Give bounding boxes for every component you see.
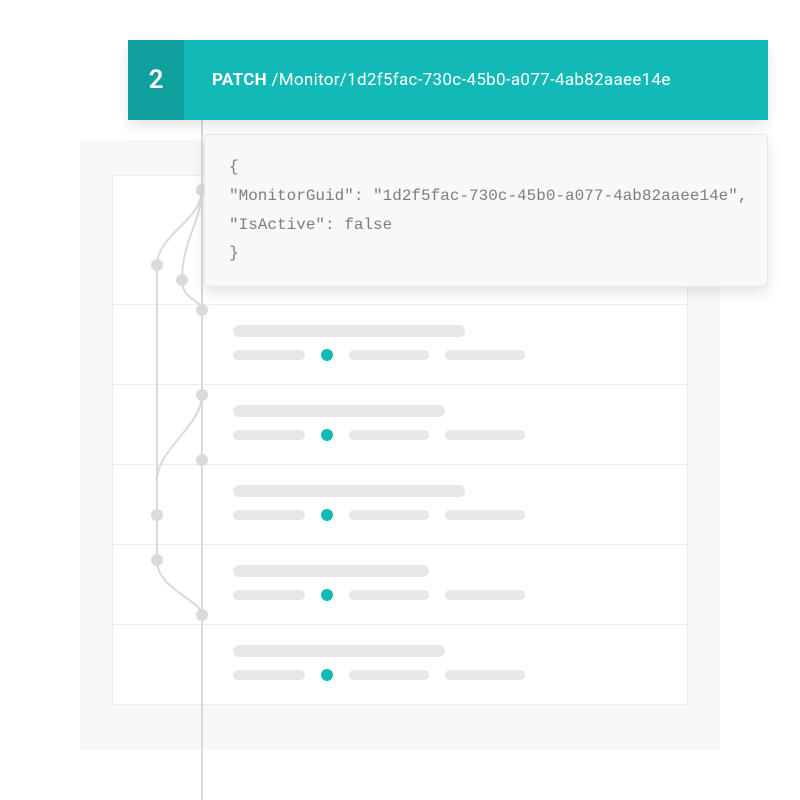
status-dot (321, 429, 333, 441)
placeholder-subrow (233, 669, 687, 681)
placeholder-pill (349, 670, 429, 680)
list-item (113, 624, 687, 704)
placeholder-pill (349, 350, 429, 360)
placeholder-bar (233, 325, 465, 337)
status-dot (321, 349, 333, 361)
step-number-badge: 2 (128, 40, 184, 120)
placeholder-subrow (233, 509, 687, 521)
placeholder-pill (349, 430, 429, 440)
placeholder-pill (445, 350, 525, 360)
request-line: PATCH /Monitor/1d2f5fac-730c-45b0-a077-4… (184, 70, 671, 90)
placeholder-pill (445, 590, 525, 600)
list-item (113, 544, 687, 624)
list-item (113, 384, 687, 464)
placeholder-pill (349, 590, 429, 600)
placeholder-pill (445, 430, 525, 440)
http-method: PATCH (212, 70, 267, 90)
placeholder-subrow (233, 349, 687, 361)
list-item (113, 304, 687, 384)
placeholder-pill (349, 510, 429, 520)
placeholder-pill (233, 510, 305, 520)
request-body-code: { "MonitorGuid": "1d2f5fac-730c-45b0-a07… (204, 134, 768, 287)
placeholder-bar (233, 565, 429, 577)
placeholder-subrow (233, 429, 687, 441)
http-path: /Monitor/1d2f5fac-730c-45b0-a077-4ab82aa… (271, 70, 670, 90)
status-dot (321, 589, 333, 601)
placeholder-pill (233, 350, 305, 360)
status-dot (321, 669, 333, 681)
placeholder-bar (233, 405, 445, 417)
placeholder-pill (233, 670, 305, 680)
placeholder-pill (445, 670, 525, 680)
placeholder-pill (233, 430, 305, 440)
list-item (113, 464, 687, 544)
placeholder-subrow (233, 589, 687, 601)
placeholder-bar (233, 645, 445, 657)
request-header: 2 PATCH /Monitor/1d2f5fac-730c-45b0-a077… (128, 40, 768, 120)
placeholder-pill (233, 590, 305, 600)
placeholder-bar (233, 485, 465, 497)
status-dot (321, 509, 333, 521)
placeholder-pill (445, 510, 525, 520)
